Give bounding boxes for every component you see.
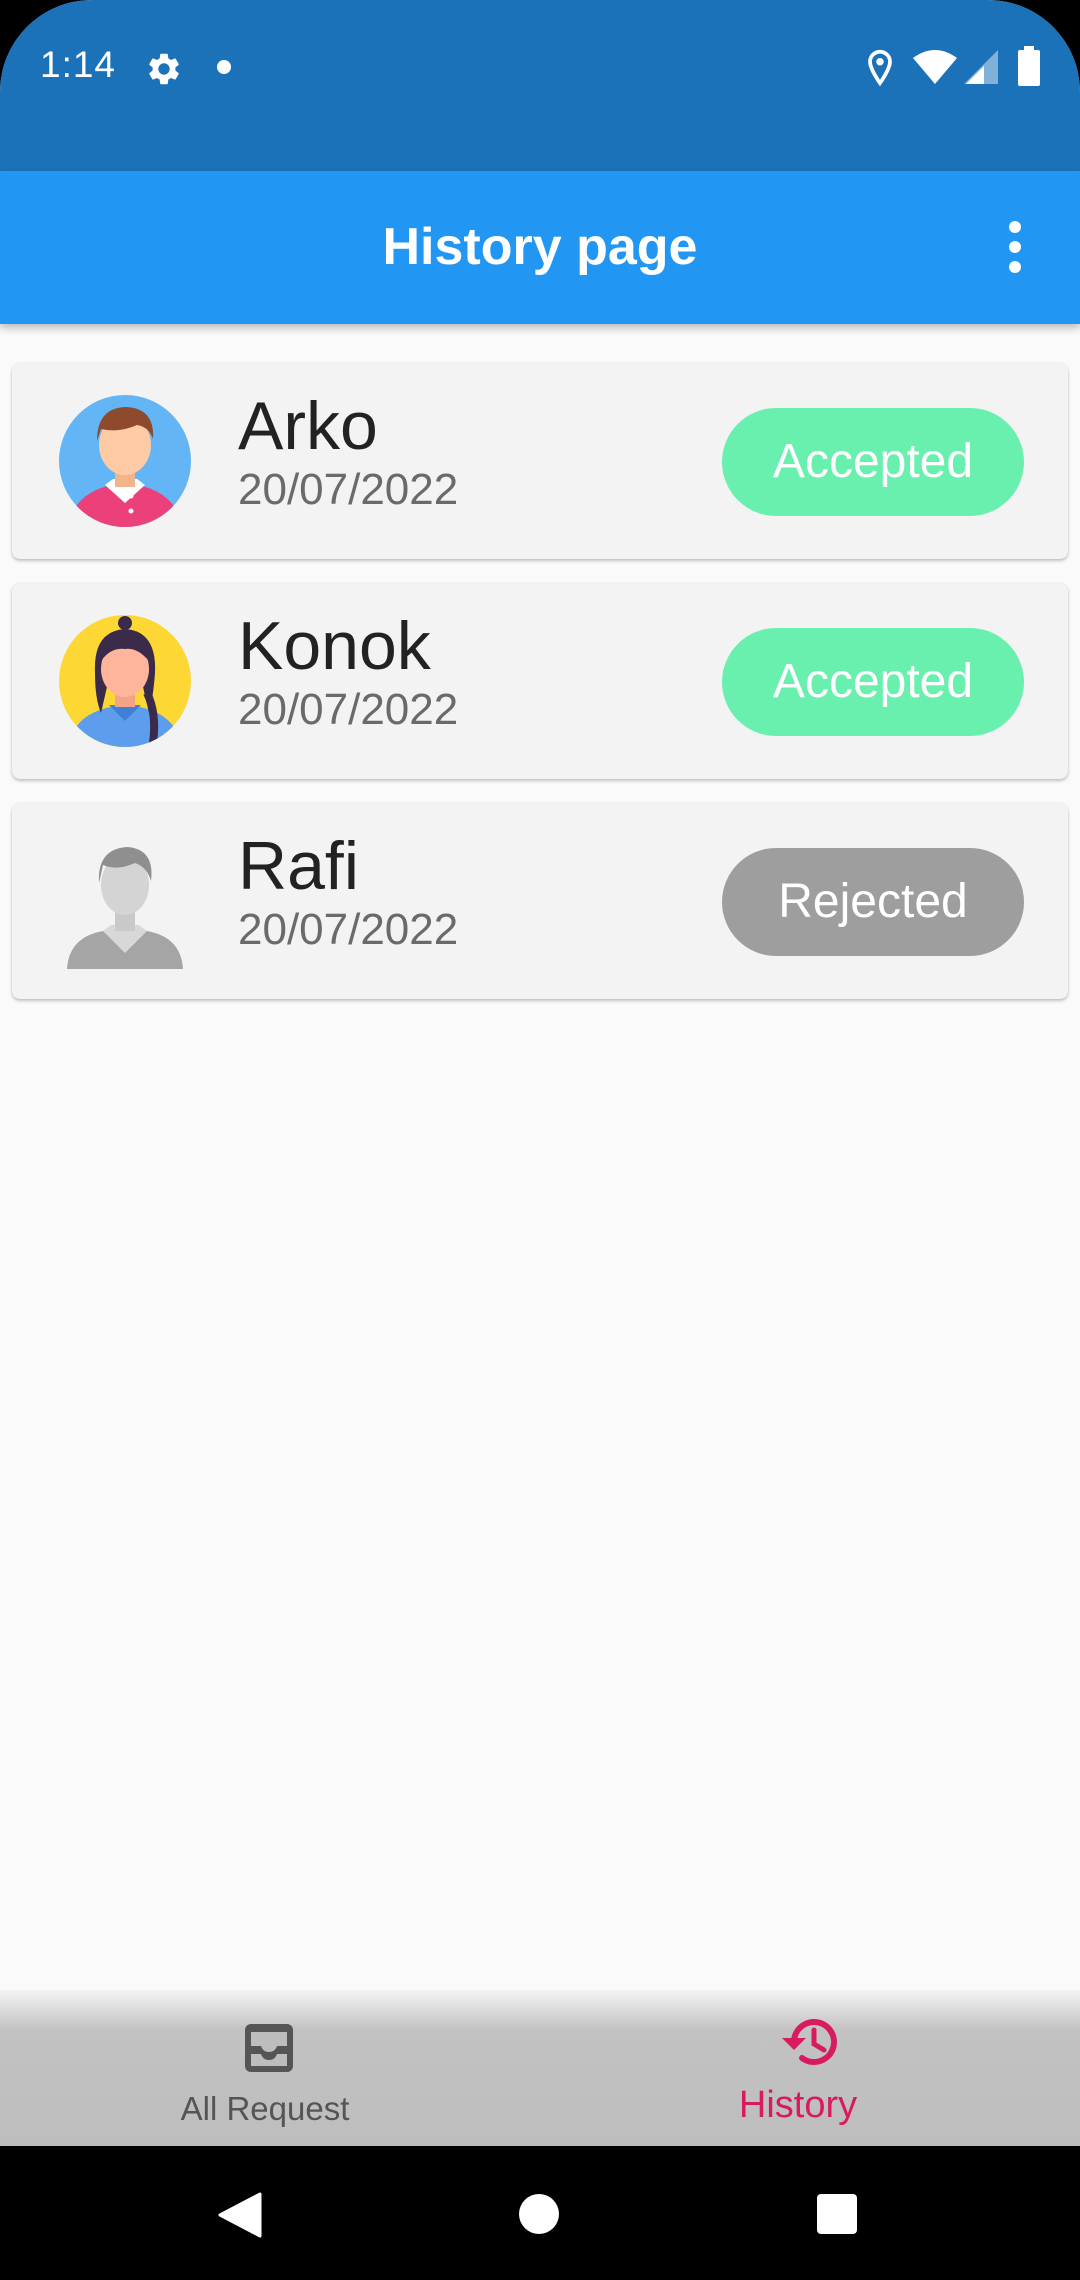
nav-label: History bbox=[738, 2084, 858, 2126]
back-icon[interactable] bbox=[218, 2192, 262, 2238]
person-name: Arko bbox=[238, 388, 378, 464]
location-icon bbox=[868, 49, 892, 87]
phone-screen: 1:14 History page Arko 20/07/2022 Accept… bbox=[0, 0, 1080, 2280]
notification-dot-icon bbox=[217, 60, 231, 74]
nav-label: All Request bbox=[180, 2090, 350, 2127]
page-title: History page bbox=[382, 218, 698, 276]
request-date: 20/07/2022 bbox=[238, 685, 459, 734]
more-vert-icon bbox=[1009, 221, 1021, 273]
signal-icon bbox=[964, 50, 998, 84]
history-icon bbox=[782, 2019, 837, 2065]
system-navigation-bar bbox=[0, 2146, 1080, 2280]
status-time: 1:14 bbox=[40, 44, 117, 85]
boy-avatar-icon bbox=[59, 395, 191, 527]
request-date: 20/07/2022 bbox=[238, 905, 459, 954]
home-icon[interactable] bbox=[519, 2194, 559, 2234]
wifi-icon bbox=[913, 50, 957, 84]
status-badge: Accepted bbox=[722, 408, 1024, 516]
girl-avatar-icon bbox=[59, 615, 191, 747]
history-item-konok[interactable]: Konok 20/07/2022 Accepted bbox=[12, 583, 1068, 779]
status-badge: Rejected bbox=[722, 848, 1024, 956]
bottom-navigation: All Request History bbox=[0, 1990, 1080, 2146]
history-item-arko[interactable]: Arko 20/07/2022 Accepted bbox=[12, 363, 1068, 559]
request-date: 20/07/2022 bbox=[238, 465, 459, 514]
inbox-icon bbox=[245, 2024, 293, 2072]
more-options-button[interactable] bbox=[990, 217, 1040, 277]
recents-icon[interactable] bbox=[817, 2194, 857, 2234]
status-bar: 1:14 bbox=[0, 0, 1080, 171]
status-badge: Accepted bbox=[722, 628, 1024, 736]
battery-icon bbox=[1018, 46, 1040, 86]
history-item-rafi[interactable]: Rafi 20/07/2022 Rejected bbox=[12, 803, 1068, 999]
default-avatar-icon bbox=[67, 847, 183, 969]
person-name: Konok bbox=[238, 608, 431, 684]
gear-icon bbox=[149, 53, 179, 85]
person-name: Rafi bbox=[238, 828, 359, 904]
app-bar: History page bbox=[0, 171, 1080, 324]
nav-all-request[interactable]: All Request bbox=[0, 1990, 540, 2146]
